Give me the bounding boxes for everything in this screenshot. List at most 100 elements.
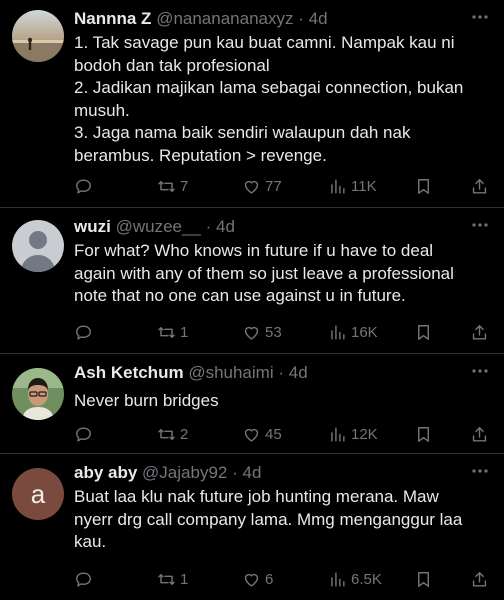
tweet-line: 1. Tak savage pun kau buat camni. Nampak…: [74, 33, 455, 52]
more-icon[interactable]: [470, 364, 490, 378]
views-button[interactable]: 11K: [328, 174, 377, 198]
bookmark-button[interactable]: [414, 320, 433, 344]
share-button[interactable]: [470, 320, 489, 344]
share-icon: [472, 178, 487, 194]
share-button[interactable]: [470, 422, 489, 446]
tweet-line: bodoh dan tak profesional: [74, 55, 270, 75]
tweet[interactable]: Ash Ketchum @shuhaimi · 4d Never burn br…: [0, 354, 504, 454]
view-count: 6.5K: [351, 570, 382, 588]
tweet-feed: Nannna Z @nananananaxyz · 4d 1. Tak sava…: [0, 0, 504, 600]
display-name[interactable]: wuzi: [74, 217, 111, 236]
reply-icon: [76, 178, 91, 194]
retweet-button[interactable]: 2: [157, 422, 188, 446]
avatar[interactable]: a: [12, 468, 64, 520]
user-handle[interactable]: @Jajaby92: [142, 463, 227, 482]
like-icon: [244, 180, 259, 194]
views-button[interactable]: 16K: [328, 320, 378, 344]
like-count: 77: [265, 177, 282, 195]
tweet-line: Buat laa klu nak future job hunting mera…: [74, 487, 439, 506]
share-button[interactable]: [470, 567, 489, 591]
tweet-line: note that no one can use against u in fu…: [74, 286, 406, 305]
display-name[interactable]: Ash Ketchum: [74, 363, 184, 382]
timestamp[interactable]: 4d: [243, 463, 262, 482]
avatar-photo-man: [12, 368, 64, 420]
retweet-icon: [158, 428, 175, 440]
default-avatar-icon: [12, 220, 64, 272]
views-icon: [331, 571, 345, 587]
avatar-photo-beach: [12, 10, 64, 62]
tweet-line: again with any of them so just leave a p…: [74, 263, 454, 283]
more-icon[interactable]: [470, 464, 490, 478]
tweet-text: For what? Who knows in future if u have …: [74, 240, 494, 308]
reply-button[interactable]: [74, 567, 97, 591]
timestamp[interactable]: 4d: [216, 217, 235, 236]
like-count: 6: [265, 570, 274, 588]
bookmark-icon: [418, 426, 429, 442]
tweet-line: 2. Jadikan majikan lama sebagai connecti…: [74, 78, 464, 97]
like-icon: [244, 573, 259, 587]
bookmark-icon: [418, 571, 429, 587]
views-icon: [331, 178, 345, 194]
view-count: 12K: [351, 425, 378, 443]
avatar-letter: a: [30, 479, 46, 509]
tweet-header: wuzi @wuzee__ · 4d: [74, 216, 464, 238]
share-icon: [472, 426, 487, 442]
like-count: 45: [265, 425, 282, 443]
tweet[interactable]: Nannna Z @nananananaxyz · 4d 1. Tak sava…: [0, 0, 504, 208]
user-handle[interactable]: @nananananaxyz: [156, 9, 293, 28]
user-handle[interactable]: @wuzee__: [116, 217, 201, 236]
user-handle[interactable]: @shuhaimi: [188, 363, 273, 382]
retweet-count: 1: [180, 570, 189, 588]
tweet[interactable]: wuzi @wuzee__ · 4d For what? Who knows i…: [0, 208, 504, 354]
avatar[interactable]: [12, 10, 64, 62]
avatar[interactable]: [12, 368, 64, 420]
tweet-text: Buat laa klu nak future job hunting mera…: [74, 486, 494, 554]
like-count: 53: [265, 323, 282, 341]
action-bar: 1 6 6.5K: [0, 567, 504, 591]
share-button[interactable]: [470, 174, 489, 198]
like-icon: [244, 428, 259, 442]
timestamp[interactable]: 4d: [309, 9, 328, 28]
like-button[interactable]: 53: [242, 320, 282, 344]
separator-dot: ·: [205, 217, 212, 236]
bookmark-button[interactable]: [414, 567, 433, 591]
retweet-count: 1: [180, 323, 189, 341]
bookmark-button[interactable]: [414, 422, 433, 446]
views-icon: [331, 324, 345, 340]
timestamp[interactable]: 4d: [289, 363, 308, 382]
bookmark-button[interactable]: [414, 174, 433, 198]
display-name[interactable]: Nannna Z: [74, 9, 151, 28]
tweet-line: kau.: [74, 532, 107, 551]
retweet-button[interactable]: 7: [157, 174, 188, 198]
tweet-header: Ash Ketchum @shuhaimi · 4d: [74, 362, 464, 384]
separator-dot: ·: [278, 363, 285, 382]
action-bar: 1 53 16K: [0, 320, 504, 344]
view-count: 11K: [351, 177, 377, 195]
bookmark-icon: [418, 178, 429, 194]
retweet-button[interactable]: 1: [157, 320, 188, 344]
retweet-count: 7: [180, 177, 189, 195]
share-icon: [472, 571, 487, 587]
views-button[interactable]: 12K: [328, 422, 378, 446]
avatar[interactable]: [12, 220, 64, 272]
more-icon[interactable]: [470, 10, 490, 24]
more-icon[interactable]: [470, 218, 490, 232]
separator-dot: ·: [232, 463, 238, 482]
reply-button[interactable]: [74, 174, 97, 198]
like-icon: [244, 326, 259, 340]
share-icon: [472, 324, 487, 340]
like-button[interactable]: 6: [242, 567, 273, 591]
reply-button[interactable]: [74, 320, 97, 344]
views-icon: [331, 426, 345, 442]
tweet[interactable]: a aby aby @Jajaby92 · 4d Buat laa klu na…: [0, 454, 504, 600]
retweet-button[interactable]: 1: [157, 567, 188, 591]
like-button[interactable]: 77: [242, 174, 282, 198]
tweet-text: 1. Tak savage pun kau buat camni. Nampak…: [74, 32, 494, 167]
views-button[interactable]: 6.5K: [328, 567, 382, 591]
like-button[interactable]: 45: [242, 422, 282, 446]
tweet-line: nyerr drg call company lama. Mmg mengang…: [74, 509, 463, 529]
tweet-line: 3. Jaga nama baik sendiri walaupun dah n…: [74, 123, 411, 142]
view-count: 16K: [351, 323, 378, 341]
display-name[interactable]: aby aby: [74, 463, 137, 482]
reply-button[interactable]: [74, 422, 97, 446]
